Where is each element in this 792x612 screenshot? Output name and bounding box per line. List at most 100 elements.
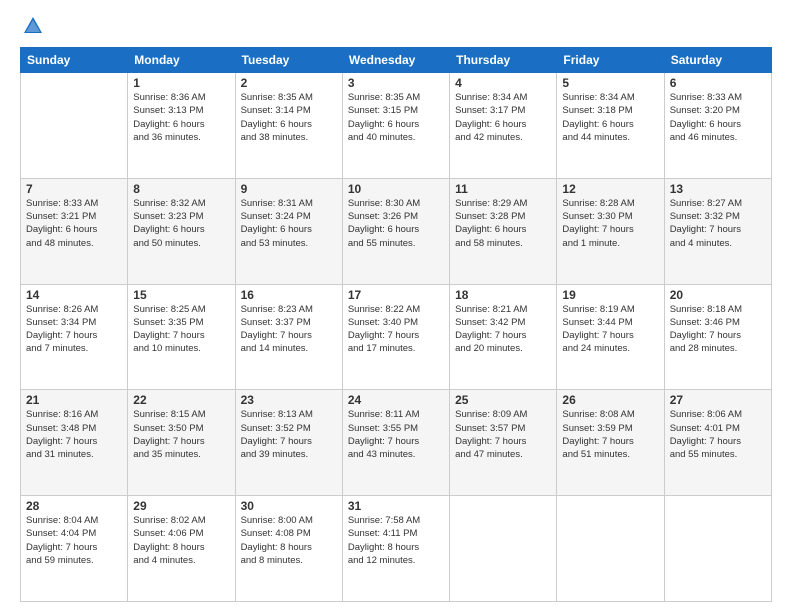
day-info-line: Sunset: 3:59 PM [562, 423, 632, 434]
day-number: 21 [26, 393, 122, 407]
day-info-line: Sunrise: 8:27 AM [670, 198, 742, 209]
day-info-line: Sunrise: 7:58 AM [348, 515, 420, 526]
day-info-line: Daylight: 7 hours [670, 224, 741, 235]
day-number: 10 [348, 182, 444, 196]
day-info-line: Sunset: 4:01 PM [670, 423, 740, 434]
day-info: Sunrise: 8:27 AMSunset: 3:32 PMDaylight:… [670, 197, 766, 250]
day-info-line: Sunset: 3:35 PM [133, 317, 203, 328]
day-info-line: Daylight: 7 hours [670, 330, 741, 341]
day-cell: 30Sunrise: 8:00 AMSunset: 4:08 PMDayligh… [235, 496, 342, 602]
day-info: Sunrise: 8:26 AMSunset: 3:34 PMDaylight:… [26, 303, 122, 356]
day-cell [450, 496, 557, 602]
day-cell: 5Sunrise: 8:34 AMSunset: 3:18 PMDaylight… [557, 73, 664, 179]
day-cell: 18Sunrise: 8:21 AMSunset: 3:42 PMDayligh… [450, 284, 557, 390]
day-number: 16 [241, 288, 337, 302]
week-row-4: 21Sunrise: 8:16 AMSunset: 3:48 PMDayligh… [21, 390, 772, 496]
day-info-line: Sunset: 3:23 PM [133, 211, 203, 222]
day-info-line: Sunset: 3:26 PM [348, 211, 418, 222]
day-info-line: Sunset: 3:44 PM [562, 317, 632, 328]
week-row-2: 7Sunrise: 8:33 AMSunset: 3:21 PMDaylight… [21, 178, 772, 284]
day-info-line: Sunrise: 8:29 AM [455, 198, 527, 209]
day-cell: 20Sunrise: 8:18 AMSunset: 3:46 PMDayligh… [664, 284, 771, 390]
day-info-line: and 10 minutes. [133, 343, 201, 354]
day-info: Sunrise: 8:13 AMSunset: 3:52 PMDaylight:… [241, 408, 337, 461]
day-info-line: Sunset: 3:14 PM [241, 105, 311, 116]
day-number: 15 [133, 288, 229, 302]
day-info: Sunrise: 8:36 AMSunset: 3:13 PMDaylight:… [133, 91, 229, 144]
day-number: 30 [241, 499, 337, 513]
day-info-line: Daylight: 6 hours [348, 119, 419, 130]
day-info-line: Sunrise: 8:11 AM [348, 409, 420, 420]
day-number: 5 [562, 76, 658, 90]
day-info-line: Sunrise: 8:30 AM [348, 198, 420, 209]
day-info-line: Sunrise: 8:06 AM [670, 409, 742, 420]
day-info: Sunrise: 8:08 AMSunset: 3:59 PMDaylight:… [562, 408, 658, 461]
day-cell: 31Sunrise: 7:58 AMSunset: 4:11 PMDayligh… [342, 496, 449, 602]
day-info-line: Sunrise: 8:18 AM [670, 304, 742, 315]
day-info-line: Sunset: 3:40 PM [348, 317, 418, 328]
weekday-header-sunday: Sunday [21, 48, 128, 73]
day-cell [21, 73, 128, 179]
day-info-line: and 53 minutes. [241, 238, 309, 249]
day-info-line: Sunset: 4:04 PM [26, 528, 96, 539]
day-number: 19 [562, 288, 658, 302]
weekday-header-wednesday: Wednesday [342, 48, 449, 73]
day-info-line: Sunset: 3:21 PM [26, 211, 96, 222]
day-info-line: and 58 minutes. [455, 238, 523, 249]
day-number: 11 [455, 182, 551, 196]
day-info-line: Sunset: 3:57 PM [455, 423, 525, 434]
day-info-line: Daylight: 7 hours [26, 436, 97, 447]
day-cell [557, 496, 664, 602]
day-info-line: Daylight: 7 hours [455, 330, 526, 341]
day-info-line: and 38 minutes. [241, 132, 309, 143]
day-info-line: Daylight: 6 hours [241, 224, 312, 235]
day-number: 31 [348, 499, 444, 513]
day-info-line: Sunrise: 8:26 AM [26, 304, 98, 315]
logo [20, 15, 44, 37]
day-info-line: Sunrise: 8:36 AM [133, 92, 205, 103]
day-info: Sunrise: 8:34 AMSunset: 3:17 PMDaylight:… [455, 91, 551, 144]
day-number: 17 [348, 288, 444, 302]
day-number: 27 [670, 393, 766, 407]
day-number: 13 [670, 182, 766, 196]
day-info-line: and 35 minutes. [133, 449, 201, 460]
day-info-line: Daylight: 7 hours [133, 330, 204, 341]
day-info-line: and 31 minutes. [26, 449, 94, 460]
day-info-line: Sunset: 3:18 PM [562, 105, 632, 116]
week-row-5: 28Sunrise: 8:04 AMSunset: 4:04 PMDayligh… [21, 496, 772, 602]
day-cell: 11Sunrise: 8:29 AMSunset: 3:28 PMDayligh… [450, 178, 557, 284]
day-info-line: Daylight: 7 hours [348, 436, 419, 447]
day-cell: 14Sunrise: 8:26 AMSunset: 3:34 PMDayligh… [21, 284, 128, 390]
day-info-line: and 55 minutes. [348, 238, 416, 249]
weekday-header-friday: Friday [557, 48, 664, 73]
day-cell: 1Sunrise: 8:36 AMSunset: 3:13 PMDaylight… [128, 73, 235, 179]
day-number: 9 [241, 182, 337, 196]
day-info-line: Daylight: 7 hours [241, 436, 312, 447]
day-info-line: Sunset: 4:08 PM [241, 528, 311, 539]
day-info: Sunrise: 8:32 AMSunset: 3:23 PMDaylight:… [133, 197, 229, 250]
day-cell: 17Sunrise: 8:22 AMSunset: 3:40 PMDayligh… [342, 284, 449, 390]
day-info-line: and 12 minutes. [348, 555, 416, 566]
day-info-line: Daylight: 7 hours [133, 436, 204, 447]
day-info: Sunrise: 8:34 AMSunset: 3:18 PMDaylight:… [562, 91, 658, 144]
day-number: 25 [455, 393, 551, 407]
day-info-line: Sunrise: 8:32 AM [133, 198, 205, 209]
day-info-line: Sunset: 3:42 PM [455, 317, 525, 328]
day-info-line: and 42 minutes. [455, 132, 523, 143]
day-info-line: and 8 minutes. [241, 555, 303, 566]
day-info-line: Sunset: 3:52 PM [241, 423, 311, 434]
day-info-line: Sunset: 3:17 PM [455, 105, 525, 116]
day-cell: 8Sunrise: 8:32 AMSunset: 3:23 PMDaylight… [128, 178, 235, 284]
day-number: 23 [241, 393, 337, 407]
day-info-line: Sunset: 3:20 PM [670, 105, 740, 116]
calendar-table: SundayMondayTuesdayWednesdayThursdayFrid… [20, 47, 772, 602]
day-info-line: and 36 minutes. [133, 132, 201, 143]
day-info: Sunrise: 8:35 AMSunset: 3:14 PMDaylight:… [241, 91, 337, 144]
day-info: Sunrise: 8:15 AMSunset: 3:50 PMDaylight:… [133, 408, 229, 461]
logo-icon [22, 15, 44, 37]
weekday-header-thursday: Thursday [450, 48, 557, 73]
day-info-line: Daylight: 7 hours [26, 542, 97, 553]
day-info-line: Sunrise: 8:33 AM [670, 92, 742, 103]
day-cell [664, 496, 771, 602]
day-info-line: Daylight: 7 hours [455, 436, 526, 447]
